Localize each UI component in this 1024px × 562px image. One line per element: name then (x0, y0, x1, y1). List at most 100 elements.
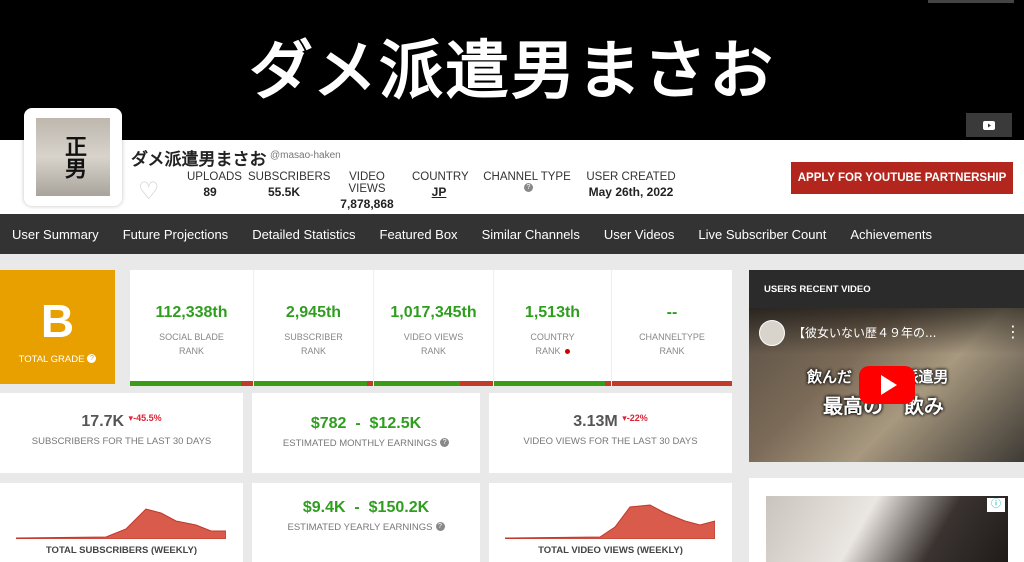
stat-subscribers: SUBSCRIBERS 55.5K (248, 171, 331, 199)
subscribers-30-days-card: 17.7K ▾-45.5% SUBSCRIBERS FOR THE LAST 3… (0, 393, 243, 473)
stat-label: UPLOADS (187, 171, 242, 183)
views-30-label: VIDEO VIEWS FOR THE LAST 30 DAYS (523, 436, 698, 447)
rank-progress-fill (374, 381, 460, 386)
grade-letter: B (40, 295, 75, 347)
youtube-icon (983, 120, 995, 130)
stat-uploads: UPLOADS 89 (187, 171, 242, 199)
rank-video-views: 1,017,345th VIDEO VIEWS RANK (374, 270, 494, 386)
rank-label: SUBSCRIBER RANK (284, 332, 343, 356)
avatar-image: 正男 (36, 118, 110, 196)
nav-live-subscriber-count[interactable]: Live Subscriber Count (698, 227, 826, 242)
rank-value: 1,513th (524, 304, 581, 321)
stat-value: 7,878,868 (340, 197, 394, 211)
stat-label: SUBSCRIBERS (248, 171, 331, 183)
japan-flag-icon (564, 349, 570, 355)
rank-progress-fill (130, 381, 241, 386)
recent-video-embed[interactable]: 【彼女いない歴４９年の... ⋮ 飲んだ 歳派遣男 最高の 飲み (749, 308, 1024, 462)
views-weekly-chart-card: TOTAL VIDEO VIEWS (WEEKLY) (489, 483, 732, 562)
banner-top-strip (928, 0, 1014, 3)
channel-name: ダメ派遣男まさお (131, 150, 267, 170)
views-weekly-chart (505, 504, 715, 539)
subscribers-weekly-label: TOTAL SUBSCRIBERS (WEEKLY) (45, 545, 198, 556)
advertisement-box: ⓘ (749, 478, 1024, 562)
stat-country: COUNTRY JP (412, 171, 469, 199)
rank-social-blade: 112,338th SOCIAL BLADE RANK (130, 270, 254, 386)
rank-country: 1,513th COUNTRY RANK (494, 270, 612, 386)
subscribers-weekly-chart-card: TOTAL SUBSCRIBERS (WEEKLY) (0, 483, 243, 562)
help-icon[interactable]: ? (87, 354, 97, 363)
rank-progress-bar (494, 381, 611, 386)
rank-value: -- (666, 304, 678, 321)
subs-30-label: SUBSCRIBERS FOR THE LAST 30 DAYS (31, 436, 212, 447)
main-nav: User Summary Future Projections Detailed… (0, 214, 1024, 254)
views-weekly-label: TOTAL VIDEO VIEWS (WEEKLY) (538, 545, 683, 556)
help-icon[interactable]: ? (435, 522, 445, 531)
views-30-value: 3.13M ▾-22% (573, 413, 648, 430)
subscribers-weekly-chart (16, 508, 226, 539)
yearly-earnings-value: $9.4K - $150.2K (302, 499, 430, 516)
stat-user-created: USER CREATED May 26th, 2022 (586, 171, 676, 199)
country-link[interactable]: JP (412, 185, 466, 199)
rank-label: SOCIAL BLADE RANK (159, 332, 224, 356)
rank-progress-bar (612, 381, 732, 386)
grade-label: TOTAL GRADE? (0, 354, 115, 365)
yearly-earnings-label: ESTIMATED YEARLY EARNINGS? (252, 522, 480, 533)
monthly-earnings-value: $782 - $12.5K (310, 415, 422, 432)
rank-subscriber: 2,945th SUBSCRIBER RANK (254, 270, 374, 386)
rank-progress-bar (374, 381, 493, 386)
video-channel-avatar[interactable] (759, 320, 785, 346)
rank-progress-fill (494, 381, 606, 386)
play-icon (881, 375, 897, 395)
nav-similar-channels[interactable]: Similar Channels (482, 227, 580, 242)
rank-value: 2,945th (285, 304, 342, 321)
rank-value: 112,338th (155, 304, 228, 321)
nav-featured-box[interactable]: Featured Box (380, 227, 458, 242)
nav-future-projections[interactable]: Future Projections (123, 227, 229, 242)
monthly-earnings-card: $782 - $12.5K ESTIMATED MONTHLY EARNINGS… (252, 393, 480, 473)
stat-channel-type: CHANNEL TYPE? (478, 171, 576, 197)
more-options-icon[interactable]: ⋮ (1005, 322, 1021, 342)
stat-value: May 26th, 2022 (588, 185, 674, 199)
views-weekly-area (505, 504, 715, 539)
banner-title: ダメ派遣男まさお (248, 35, 776, 109)
subs-30-value: 17.7K ▾-45.5% (81, 413, 162, 430)
channel-handle: @masao-haken (270, 150, 341, 161)
channel-banner: ダメ派遣男まさお (0, 0, 1024, 140)
rank-label: VIDEO VIEWS RANK (403, 332, 464, 356)
ad-info-icon[interactable]: ⓘ (987, 498, 1005, 512)
youtube-link-button[interactable] (966, 113, 1012, 137)
rank-label: CHANNELTYPE RANK (639, 332, 705, 356)
rank-progress-bar (254, 381, 373, 386)
rank-panel: 112,338th SOCIAL BLADE RANK 2,945th SUBSC… (130, 270, 732, 386)
help-icon[interactable]: ? (440, 438, 450, 447)
apply-partnership-button[interactable]: APPLY FOR YOUTUBE PARTNERSHIP (791, 162, 1013, 194)
rank-label: COUNTRY RANK (530, 332, 575, 356)
rank-progress-bar (130, 381, 253, 386)
nav-user-videos[interactable]: User Videos (604, 227, 675, 242)
subs-30-delta: ▾-45.5% (128, 413, 162, 423)
stat-value: 55.5K (267, 185, 301, 199)
nav-achievements[interactable]: Achievements (850, 227, 932, 242)
rank-value: 1,017,345th (390, 304, 477, 321)
monthly-earnings-label: ESTIMATED MONTHLY EARNINGS? (252, 438, 480, 449)
stat-label: CHANNEL TYPE? (483, 171, 571, 192)
video-title[interactable]: 【彼女いない歴４９年の... (793, 324, 936, 341)
yearly-earnings-card: $9.4K - $150.2K ESTIMATED YEARLY EARNING… (252, 483, 480, 562)
heart-icon[interactable]: ♡ (138, 177, 160, 206)
views-30-delta: ▾-22% (622, 413, 648, 423)
avatar-text: 正男 (61, 135, 86, 179)
views-30-days-card: 3.13M ▾-22% VIDEO VIEWS FOR THE LAST 30 … (489, 393, 732, 473)
stat-label: USER CREATED (586, 171, 676, 183)
recent-video-title-bar: USERS RECENT VIDEO (749, 270, 1024, 308)
stat-label: VIDEO VIEWS (348, 171, 386, 195)
stat-video-views: VIDEO VIEWS 7,878,868 (333, 171, 401, 211)
rank-progress-fill (254, 381, 368, 386)
total-grade-box: B TOTAL GRADE? (0, 270, 115, 384)
ad-image[interactable] (766, 496, 1008, 562)
nav-detailed-statistics[interactable]: Detailed Statistics (252, 227, 355, 242)
subscribers-weekly-area (16, 508, 226, 539)
nav-user-summary[interactable]: User Summary (12, 227, 99, 242)
channel-avatar: 正男 (24, 108, 122, 206)
play-button[interactable] (859, 366, 915, 404)
help-icon[interactable]: ? (524, 183, 533, 192)
